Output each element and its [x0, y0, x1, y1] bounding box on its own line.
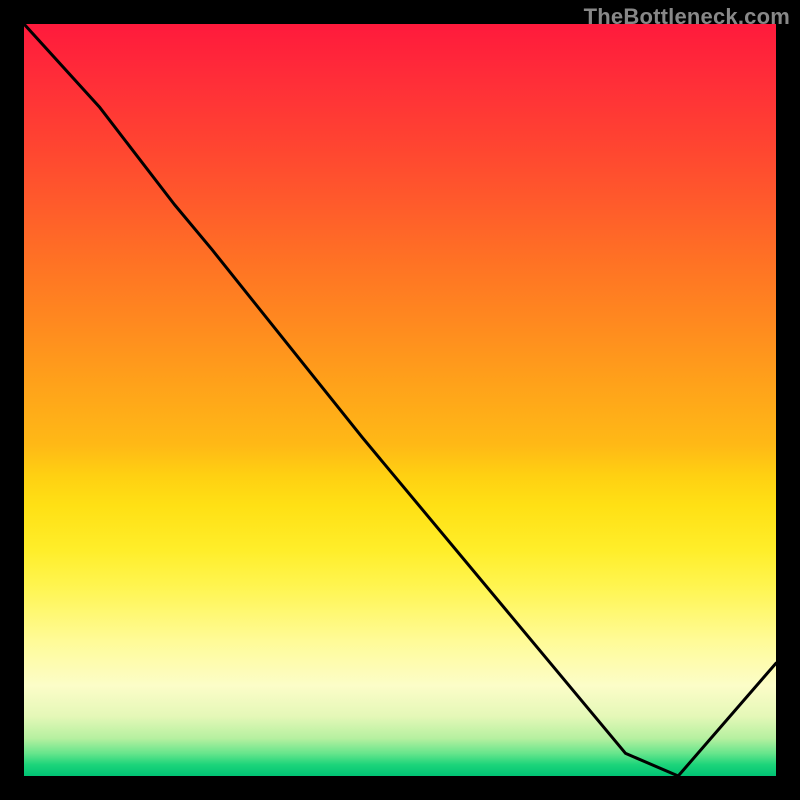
data-curve: [24, 24, 776, 776]
plot-area: [24, 24, 776, 776]
watermark-text: TheBottleneck.com: [584, 4, 790, 30]
chart-frame: TheBottleneck.com: [0, 0, 800, 800]
